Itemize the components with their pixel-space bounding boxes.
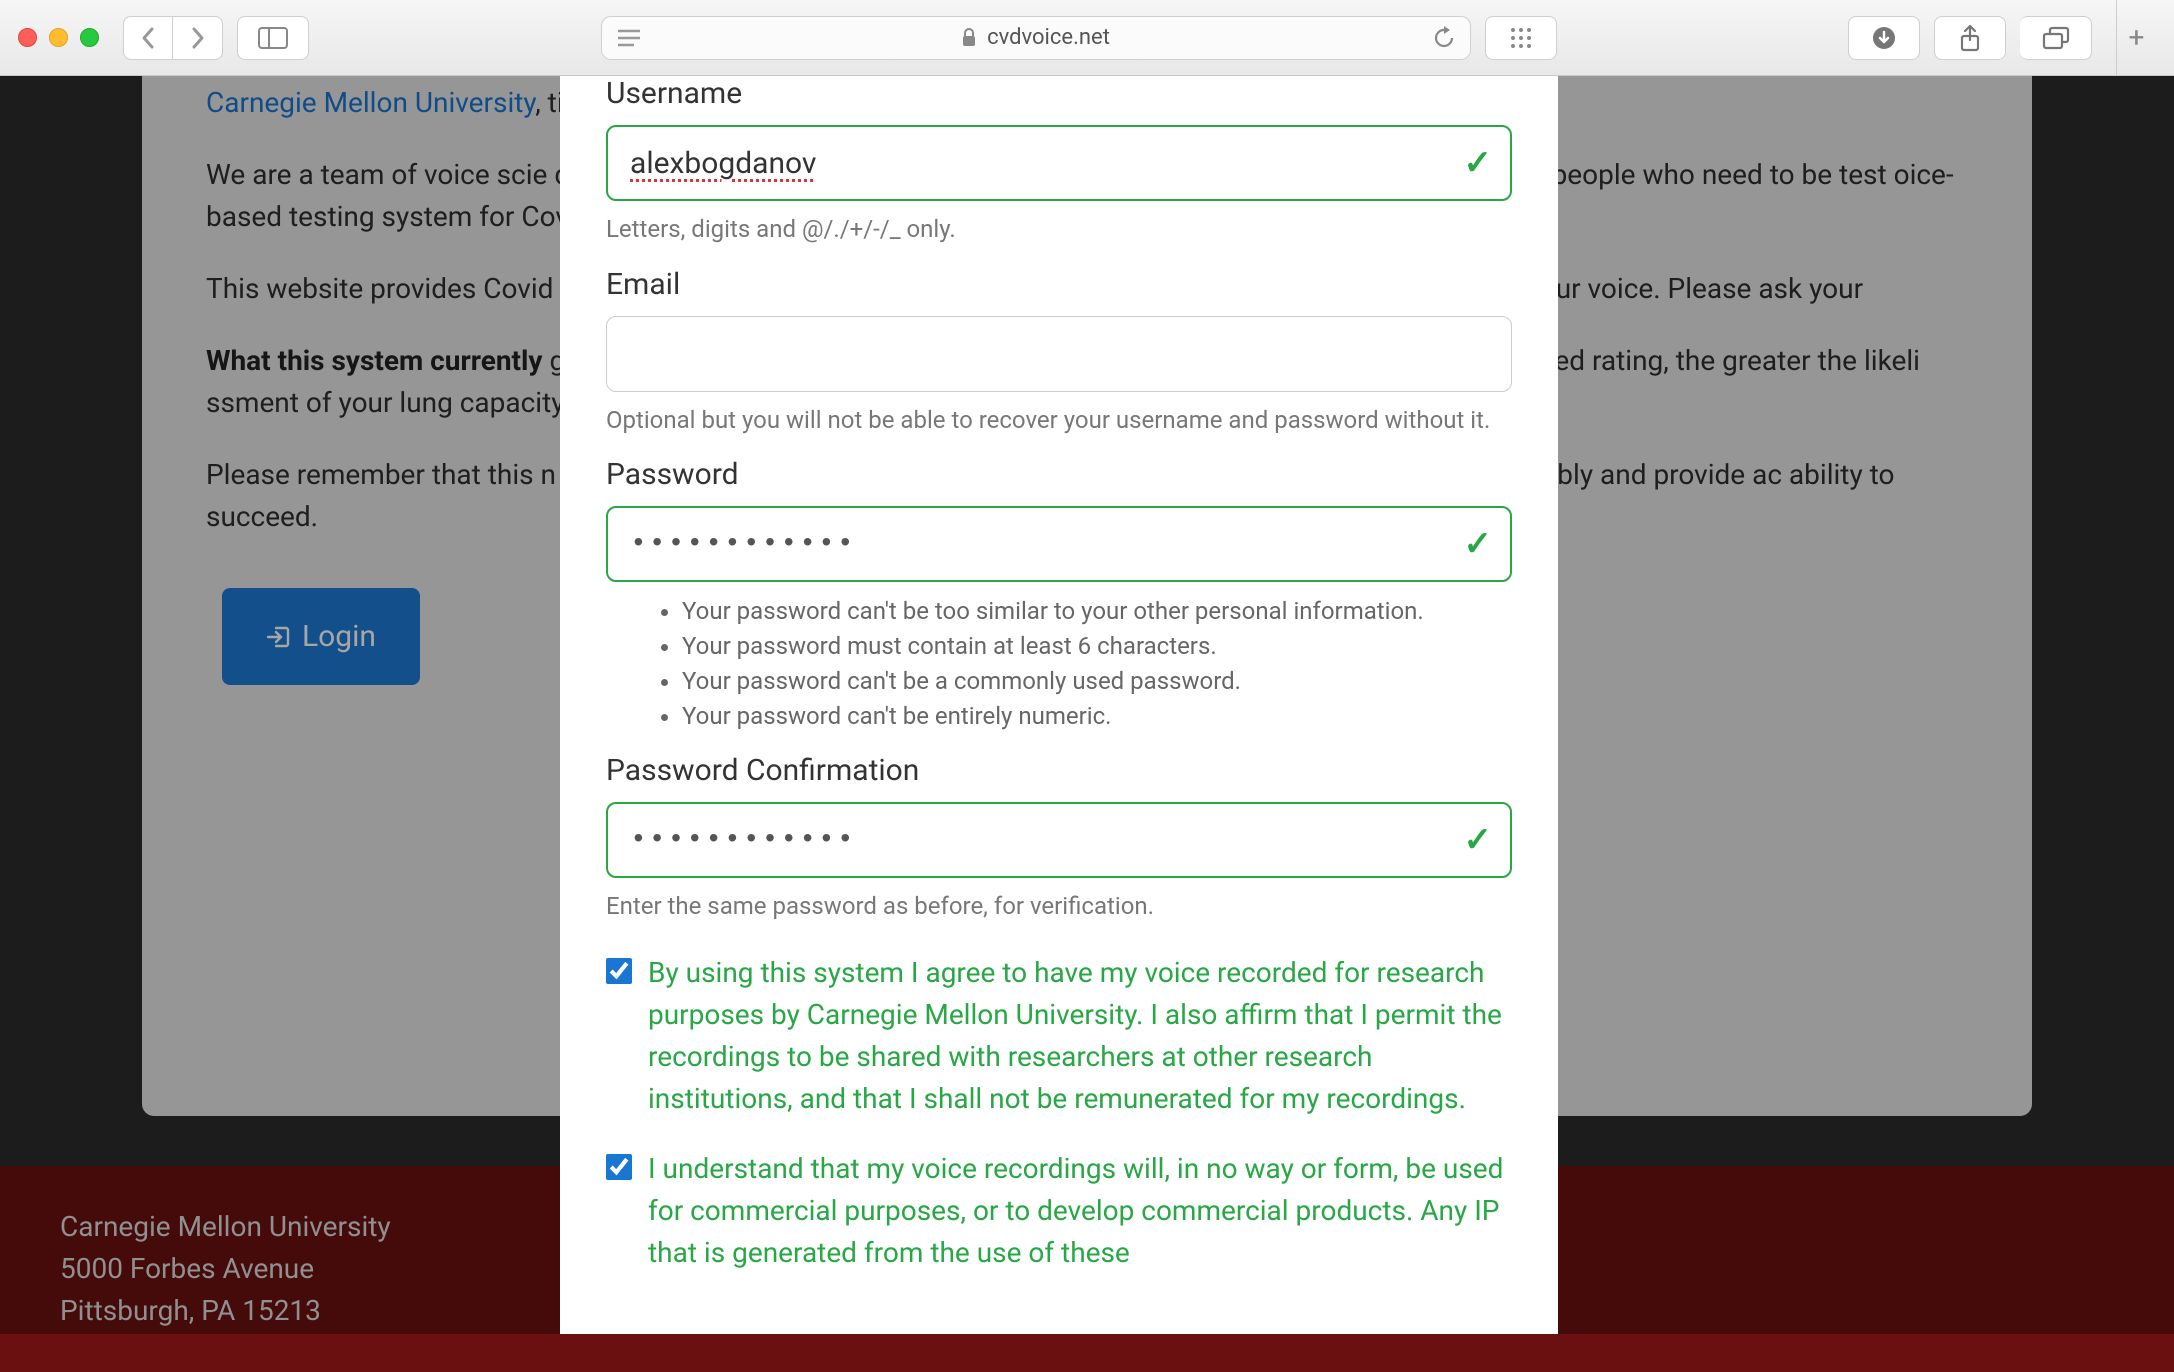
agree-checkbox-2[interactable] bbox=[606, 1154, 632, 1180]
signup-modal: Username alexbogdanov ✓ Letters, digits … bbox=[560, 76, 1558, 1334]
reload-icon[interactable] bbox=[1432, 26, 1456, 50]
maximize-window-icon[interactable] bbox=[80, 28, 99, 47]
agree-checkbox-1[interactable] bbox=[606, 958, 632, 984]
lock-icon bbox=[961, 28, 977, 48]
chevron-right-icon bbox=[190, 26, 206, 50]
email-help: Optional but you will not be able to rec… bbox=[606, 404, 1512, 438]
password-input[interactable]: •••••••••••• bbox=[606, 506, 1512, 582]
downloads-button[interactable] bbox=[1848, 16, 1920, 60]
url-bar[interactable]: cvdvoice.net bbox=[601, 16, 1471, 60]
share-icon bbox=[1958, 24, 1982, 52]
password-rule: Your password can't be too similar to yo… bbox=[682, 594, 1512, 629]
email-field-wrap bbox=[606, 316, 1512, 392]
tabs-icon bbox=[2042, 26, 2070, 50]
username-value: alexbogdanov bbox=[630, 146, 816, 181]
nav-buttons bbox=[123, 16, 223, 60]
grid-icon bbox=[1509, 26, 1533, 50]
check-icon: ✓ bbox=[1464, 820, 1493, 860]
forward-button[interactable] bbox=[173, 16, 223, 60]
password-rule: Your password can't be a commonly used p… bbox=[682, 664, 1512, 699]
agree-row-2: I understand that my voice recordings wi… bbox=[606, 1148, 1512, 1274]
check-icon: ✓ bbox=[1464, 524, 1493, 564]
password-value: •••••••••••• bbox=[630, 529, 856, 560]
tabs-button[interactable] bbox=[2020, 16, 2092, 60]
plus-icon: + bbox=[2129, 21, 2145, 54]
password-rules: Your password can't be too similar to yo… bbox=[682, 594, 1512, 733]
back-button[interactable] bbox=[123, 16, 173, 60]
check-icon: ✓ bbox=[1464, 143, 1493, 183]
chevron-left-icon bbox=[140, 26, 156, 50]
window-controls bbox=[18, 28, 99, 47]
reader-mode-icon[interactable] bbox=[616, 28, 642, 48]
sidebar-icon bbox=[258, 27, 288, 49]
password-label: Password bbox=[606, 457, 1512, 492]
password2-field-wrap: •••••••••••• ✓ bbox=[606, 802, 1512, 878]
username-field-wrap: alexbogdanov ✓ bbox=[606, 125, 1512, 201]
username-input[interactable]: alexbogdanov bbox=[606, 125, 1512, 201]
download-icon bbox=[1871, 25, 1897, 51]
close-window-icon[interactable] bbox=[18, 28, 37, 47]
username-help: Letters, digits and @/./+/-/_ only. bbox=[606, 213, 1512, 247]
password2-input[interactable]: •••••••••••• bbox=[606, 802, 1512, 878]
share-button[interactable] bbox=[1934, 16, 2006, 60]
right-toolbar bbox=[1848, 16, 2092, 60]
browser-toolbar: cvdvoice.net + bbox=[0, 0, 2174, 76]
sidebar-toggle-button[interactable] bbox=[237, 16, 309, 60]
new-tab-button[interactable]: + bbox=[2116, 0, 2156, 75]
agree-label-2[interactable]: I understand that my voice recordings wi… bbox=[648, 1148, 1512, 1274]
password2-help: Enter the same password as before, for v… bbox=[606, 890, 1512, 924]
password-rule: Your password must contain at least 6 ch… bbox=[682, 629, 1512, 664]
url-text: cvdvoice.net bbox=[987, 25, 1110, 50]
agree-row-1: By using this system I agree to have my … bbox=[606, 952, 1512, 1120]
username-label: Username bbox=[606, 76, 1512, 111]
email-input[interactable] bbox=[606, 316, 1512, 392]
password-rule: Your password can't be entirely numeric. bbox=[682, 699, 1512, 734]
password2-value: •••••••••••• bbox=[630, 825, 856, 856]
agree-label-1[interactable]: By using this system I agree to have my … bbox=[648, 952, 1512, 1120]
minimize-window-icon[interactable] bbox=[49, 28, 68, 47]
email-label: Email bbox=[606, 267, 1512, 302]
password-field-wrap: •••••••••••• ✓ bbox=[606, 506, 1512, 582]
password2-label: Password Confirmation bbox=[606, 753, 1512, 788]
share-grid-button[interactable] bbox=[1485, 16, 1557, 60]
